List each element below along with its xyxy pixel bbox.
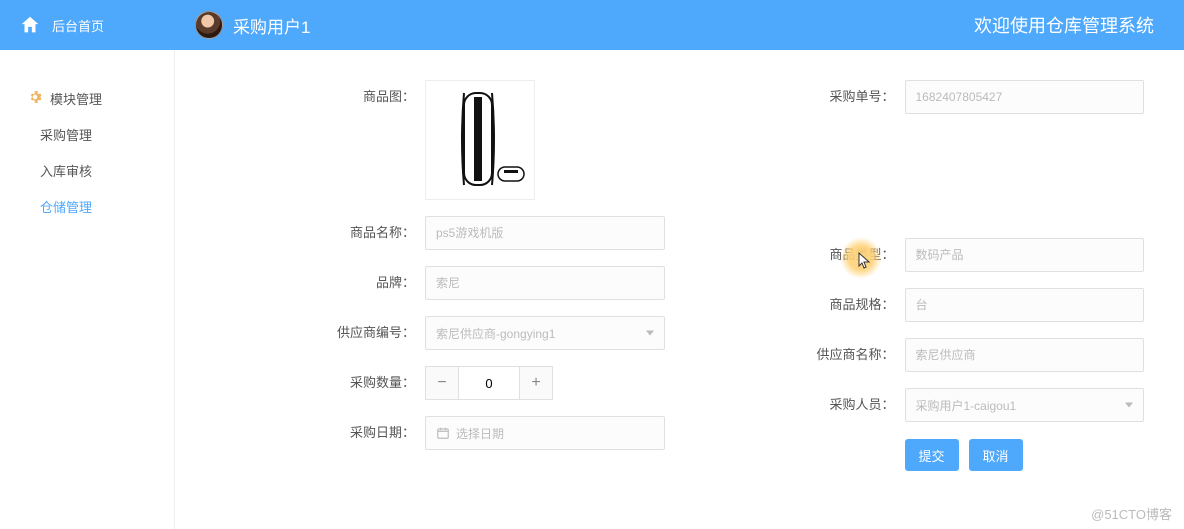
submit-button[interactable]: 提交 [905,439,959,471]
qty-value: 0 [459,366,519,400]
sidebar: 模块管理 采购管理 入库审核 仓储管理 [0,50,175,529]
sidebar-item-inbound[interactable]: 入库审核 [0,152,174,188]
sidebar-item-storage[interactable]: 仓储管理 [0,188,174,224]
qty-minus-button[interactable]: − [425,366,459,400]
sidebar-item-label: 入库审核 [40,161,92,180]
label-date: 采购日期 [185,416,425,450]
welcome-text: 欢迎使用仓库管理系统 [974,12,1154,38]
main-content: 商品图 商品名称 [175,50,1184,529]
label-order-no: 采购单号 [665,80,905,114]
cancel-button[interactable]: 取消 [969,439,1023,471]
label-product-name: 商品名称 [185,216,425,250]
purchase-date-input[interactable]: 选择日期 [425,416,665,450]
buyer-select[interactable]: 采购用户1-caigou1 [905,388,1145,422]
user-area[interactable]: 采购用户1 [195,11,310,39]
product-type-input[interactable] [916,248,1134,262]
label-brand: 品牌 [185,266,425,300]
gear-icon [28,90,42,107]
quantity-stepper: − 0 + [425,366,665,400]
product-image[interactable] [425,80,535,200]
label-product-image: 商品图 [185,80,425,114]
header-right: 采购用户1 欢迎使用仓库管理系统 [175,0,1184,50]
top-header: 后台首页 采购用户1 欢迎使用仓库管理系统 [0,0,1184,50]
label-qty: 采购数量 [185,366,425,400]
calendar-icon [436,426,450,440]
label-supplier-name: 供应商名称 [665,338,905,372]
watermark: @51CTO博客 [1091,504,1172,523]
supplier-code-select[interactable]: 索尼供应商-gongying1 [425,316,665,350]
spec-input[interactable] [916,298,1134,312]
label-supplier-code: 供应商编号 [185,316,425,350]
sidebar-item-purchase[interactable]: 采购管理 [0,116,174,152]
user-name: 采购用户1 [233,13,310,38]
avatar [195,11,223,39]
brand-input[interactable] [436,276,654,290]
product-name-input[interactable] [436,226,654,240]
sidebar-item-label: 模块管理 [50,89,102,108]
label-spec: 商品规格 [665,288,905,322]
header-home[interactable]: 后台首页 [0,0,175,50]
home-label: 后台首页 [52,16,104,35]
label-product-type: 商品类型 [665,238,905,272]
label-buyer: 采购人员 [665,388,905,422]
sidebar-item-label: 仓储管理 [40,197,92,216]
home-icon [18,13,42,37]
sidebar-item-module[interactable]: 模块管理 [0,80,174,116]
qty-plus-button[interactable]: + [519,366,553,400]
supplier-name-input[interactable] [916,348,1134,362]
order-no-input[interactable] [916,90,1134,104]
sidebar-item-label: 采购管理 [40,125,92,144]
